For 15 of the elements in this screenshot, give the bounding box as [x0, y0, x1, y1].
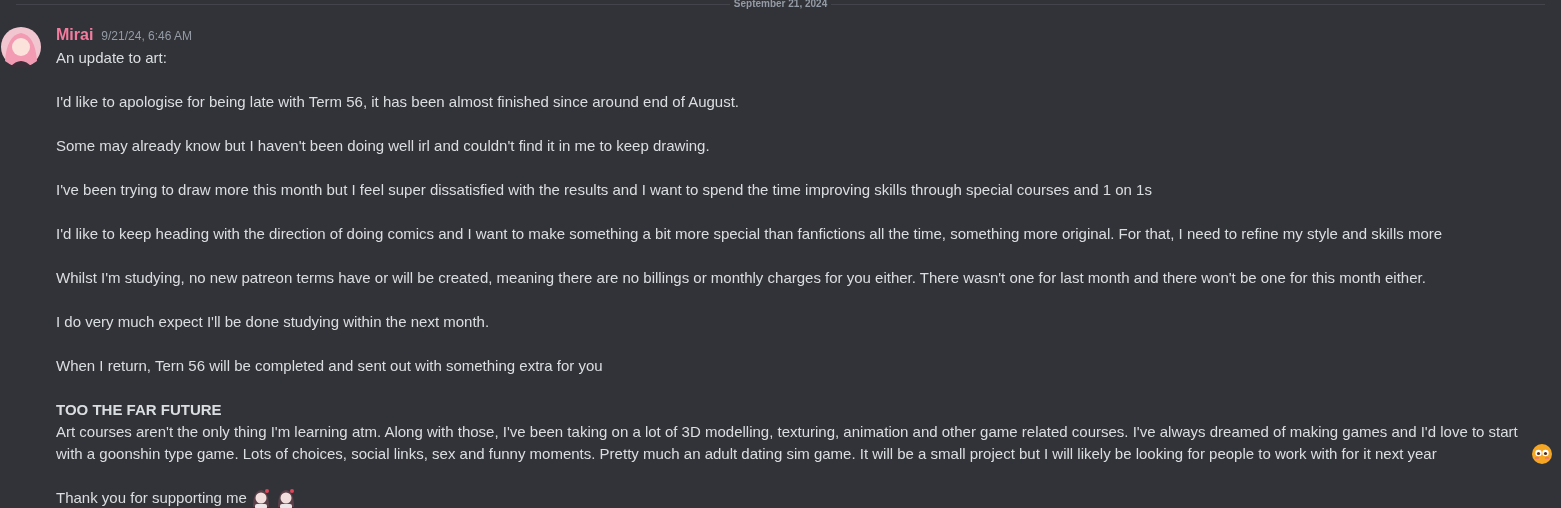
message-text: I do very much expect I'll be done studying within the next month. [56, 312, 490, 332]
message-text: When I return, Tern 56 will be completed and sent out with something extra for you [56, 356, 603, 376]
message-text: Thank you for supporting me [56, 488, 247, 508]
message-text: I'd like to keep heading with the direction of doing comics and I want to make something a bit more special than fanfictions all the time, something more original. For that, I need to refine my style and skills more [56, 224, 1443, 244]
message-text: Some may already know but I haven't been doing well irl and couldn't find it in me to keep drawing. [56, 136, 710, 156]
message-text: I've been trying to draw more this month but I feel super dissatisfied with the results and I want to spend the time improving skills through special courses and 1 on 1s [56, 180, 1152, 200]
message-text: I'd like to apologise for being late with Term 56, it has been almost finished since around end of August. [56, 92, 739, 112]
emoji-icon [1531, 443, 1553, 465]
message-text: An update to art: [56, 48, 167, 68]
author-name[interactable]: Mirai [56, 24, 94, 46]
message-heading: TOO THE FAR FUTURE [56, 400, 223, 420]
date-divider: September 21, 2024 [732, 0, 829, 8]
message-text: Whilst I'm studying, no new patreon terms have or will be created, meaning there are no billings or monthly charges for you either. There wasn't one for last month and there won't be one for this month either. [56, 268, 1426, 288]
message-text: Art courses aren't the only thing I'm learning atm. Along with those, I've been taking on a lot of 3D modelling, texturing, animation and other game related courses. I've always dreamed of making games and I'd love to start with a goonshin type game. Lots of choices, social links, sex and funny moments. Pretty much an adult dating sim game. It will be a small project but I will likely be looking for people to work with for it next year [56, 422, 1519, 464]
timestamp: 9/21/24, 6:46 AM [101, 28, 193, 45]
